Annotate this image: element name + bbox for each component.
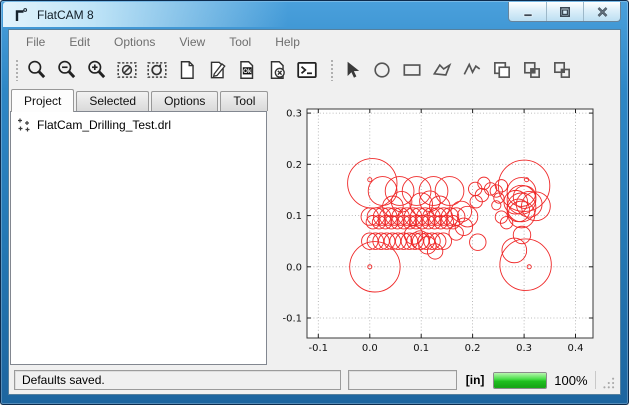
shell-icon: [296, 59, 318, 81]
progress-percent-label: 100%: [554, 373, 587, 388]
toolbar-gripper[interactable]: [15, 59, 19, 81]
progress-bar: [493, 372, 547, 389]
app-window: FlatCAM 8 Fi: [0, 0, 629, 405]
toolbar-gripper[interactable]: [330, 59, 334, 81]
zoom-in-button[interactable]: [82, 56, 112, 84]
add-path-icon: [461, 59, 483, 81]
zoom-in-icon: [86, 59, 108, 81]
select-icon: [341, 59, 363, 81]
tab-project[interactable]: Project: [11, 89, 74, 112]
svg-text:0.2: 0.2: [286, 160, 302, 171]
edit-geometry-button[interactable]: [202, 56, 232, 84]
menu-edit[interactable]: Edit: [57, 32, 102, 52]
drill-points-icon: [16, 117, 32, 133]
add-polygon-icon: [431, 59, 453, 81]
progress-bar-fill: [494, 373, 546, 388]
svg-text:0.1: 0.1: [286, 211, 302, 222]
update-geometry-ok-button[interactable]: Ok: [232, 56, 262, 84]
status-message-box: Defaults saved.: [14, 370, 341, 390]
replot-button[interactable]: [142, 56, 172, 84]
menu-file[interactable]: File: [14, 32, 57, 52]
statusbar-separator: [595, 371, 596, 389]
client-area: File Edit Options View Tool Help: [8, 29, 621, 395]
status-position-box: [348, 370, 456, 390]
union-icon: [491, 59, 513, 81]
svg-text:0.2: 0.2: [465, 343, 481, 354]
replot-icon: [146, 59, 168, 81]
add-polygon-button[interactable]: [427, 56, 457, 84]
svg-text:0.3: 0.3: [516, 343, 532, 354]
menu-view[interactable]: View: [167, 32, 217, 52]
update-geometry-ok-icon: Ok: [236, 59, 258, 81]
new-geometry-icon: [176, 59, 198, 81]
flatcam-logo-icon: [12, 7, 29, 24]
window-controls: [508, 2, 621, 22]
toolbar: Ok: [9, 53, 620, 87]
tab-bar: Project Selected Options Tool: [10, 88, 267, 111]
svg-text:0.4: 0.4: [568, 343, 584, 354]
zoom-fit-icon: [26, 59, 48, 81]
left-panel: Project Selected Options Tool: [10, 88, 267, 365]
new-geometry-button[interactable]: [172, 56, 202, 84]
clear-plot-icon: [116, 59, 138, 81]
union-button[interactable]: [487, 56, 517, 84]
clear-plot-button[interactable]: [112, 56, 142, 84]
zoom-out-icon: [56, 59, 78, 81]
project-tree: FlatCam_Drilling_Test.drl: [10, 111, 267, 365]
menu-help[interactable]: Help: [263, 32, 312, 52]
tree-item-label: FlatCam_Drilling_Test.drl: [37, 118, 171, 132]
tab-options[interactable]: Options: [151, 91, 218, 111]
add-circle-icon: [371, 59, 393, 81]
subtract-icon: [551, 59, 573, 81]
menu-tool[interactable]: Tool: [217, 32, 263, 52]
close-icon: [596, 6, 609, 18]
zoom-fit-button[interactable]: [22, 56, 52, 84]
minimize-button[interactable]: [509, 2, 546, 21]
svg-text:0.3: 0.3: [286, 109, 302, 120]
resize-grip[interactable]: [603, 377, 616, 390]
svg-text:0.0: 0.0: [286, 262, 302, 273]
minimize-icon: [522, 6, 534, 18]
tab-selected[interactable]: Selected: [76, 91, 149, 111]
plot-svg: -0.1 0.0 0.1 0.2 0.3 0.4 -0.1 0.0 0.1 0.2 0.3: [271, 88, 618, 364]
intersection-icon: [521, 59, 543, 81]
intersection-button[interactable]: [517, 56, 547, 84]
select-button[interactable]: [337, 56, 367, 84]
cancel-edit-icon: [266, 59, 288, 81]
subtract-button[interactable]: [547, 56, 577, 84]
status-bar: Defaults saved. [in] 100%: [9, 367, 620, 394]
tree-item-drill-file[interactable]: FlatCam_Drilling_Test.drl: [14, 116, 263, 134]
title-bar[interactable]: FlatCAM 8: [3, 2, 626, 29]
menu-bar: File Edit Options View Tool Help: [9, 30, 620, 53]
tab-tool[interactable]: Tool: [220, 91, 268, 111]
menu-options[interactable]: Options: [102, 32, 167, 52]
units-label: [in]: [464, 373, 487, 387]
status-message: Defaults saved.: [22, 373, 105, 387]
shell-button[interactable]: [292, 56, 322, 84]
edit-geometry-icon: [206, 59, 228, 81]
close-button[interactable]: [583, 2, 620, 21]
svg-text:-0.1: -0.1: [309, 343, 329, 354]
zoom-out-button[interactable]: [52, 56, 82, 84]
plot-canvas[interactable]: -0.1 0.0 0.1 0.2 0.3 0.4 -0.1 0.0 0.1 0.2 0.3: [271, 88, 618, 365]
cancel-edit-button[interactable]: [262, 56, 292, 84]
maximize-icon: [559, 6, 571, 18]
window-title: FlatCAM 8: [37, 2, 94, 29]
add-circle-button[interactable]: [367, 56, 397, 84]
svg-text:Ok: Ok: [243, 68, 252, 75]
svg-text:0.1: 0.1: [413, 343, 429, 354]
svg-text:0.0: 0.0: [362, 343, 378, 354]
add-rectangle-icon: [401, 59, 423, 81]
maximize-button[interactable]: [546, 2, 583, 21]
main-area: Project Selected Options Tool: [9, 87, 620, 367]
add-path-button[interactable]: [457, 56, 487, 84]
add-rectangle-button[interactable]: [397, 56, 427, 84]
svg-text:-0.1: -0.1: [282, 314, 302, 325]
